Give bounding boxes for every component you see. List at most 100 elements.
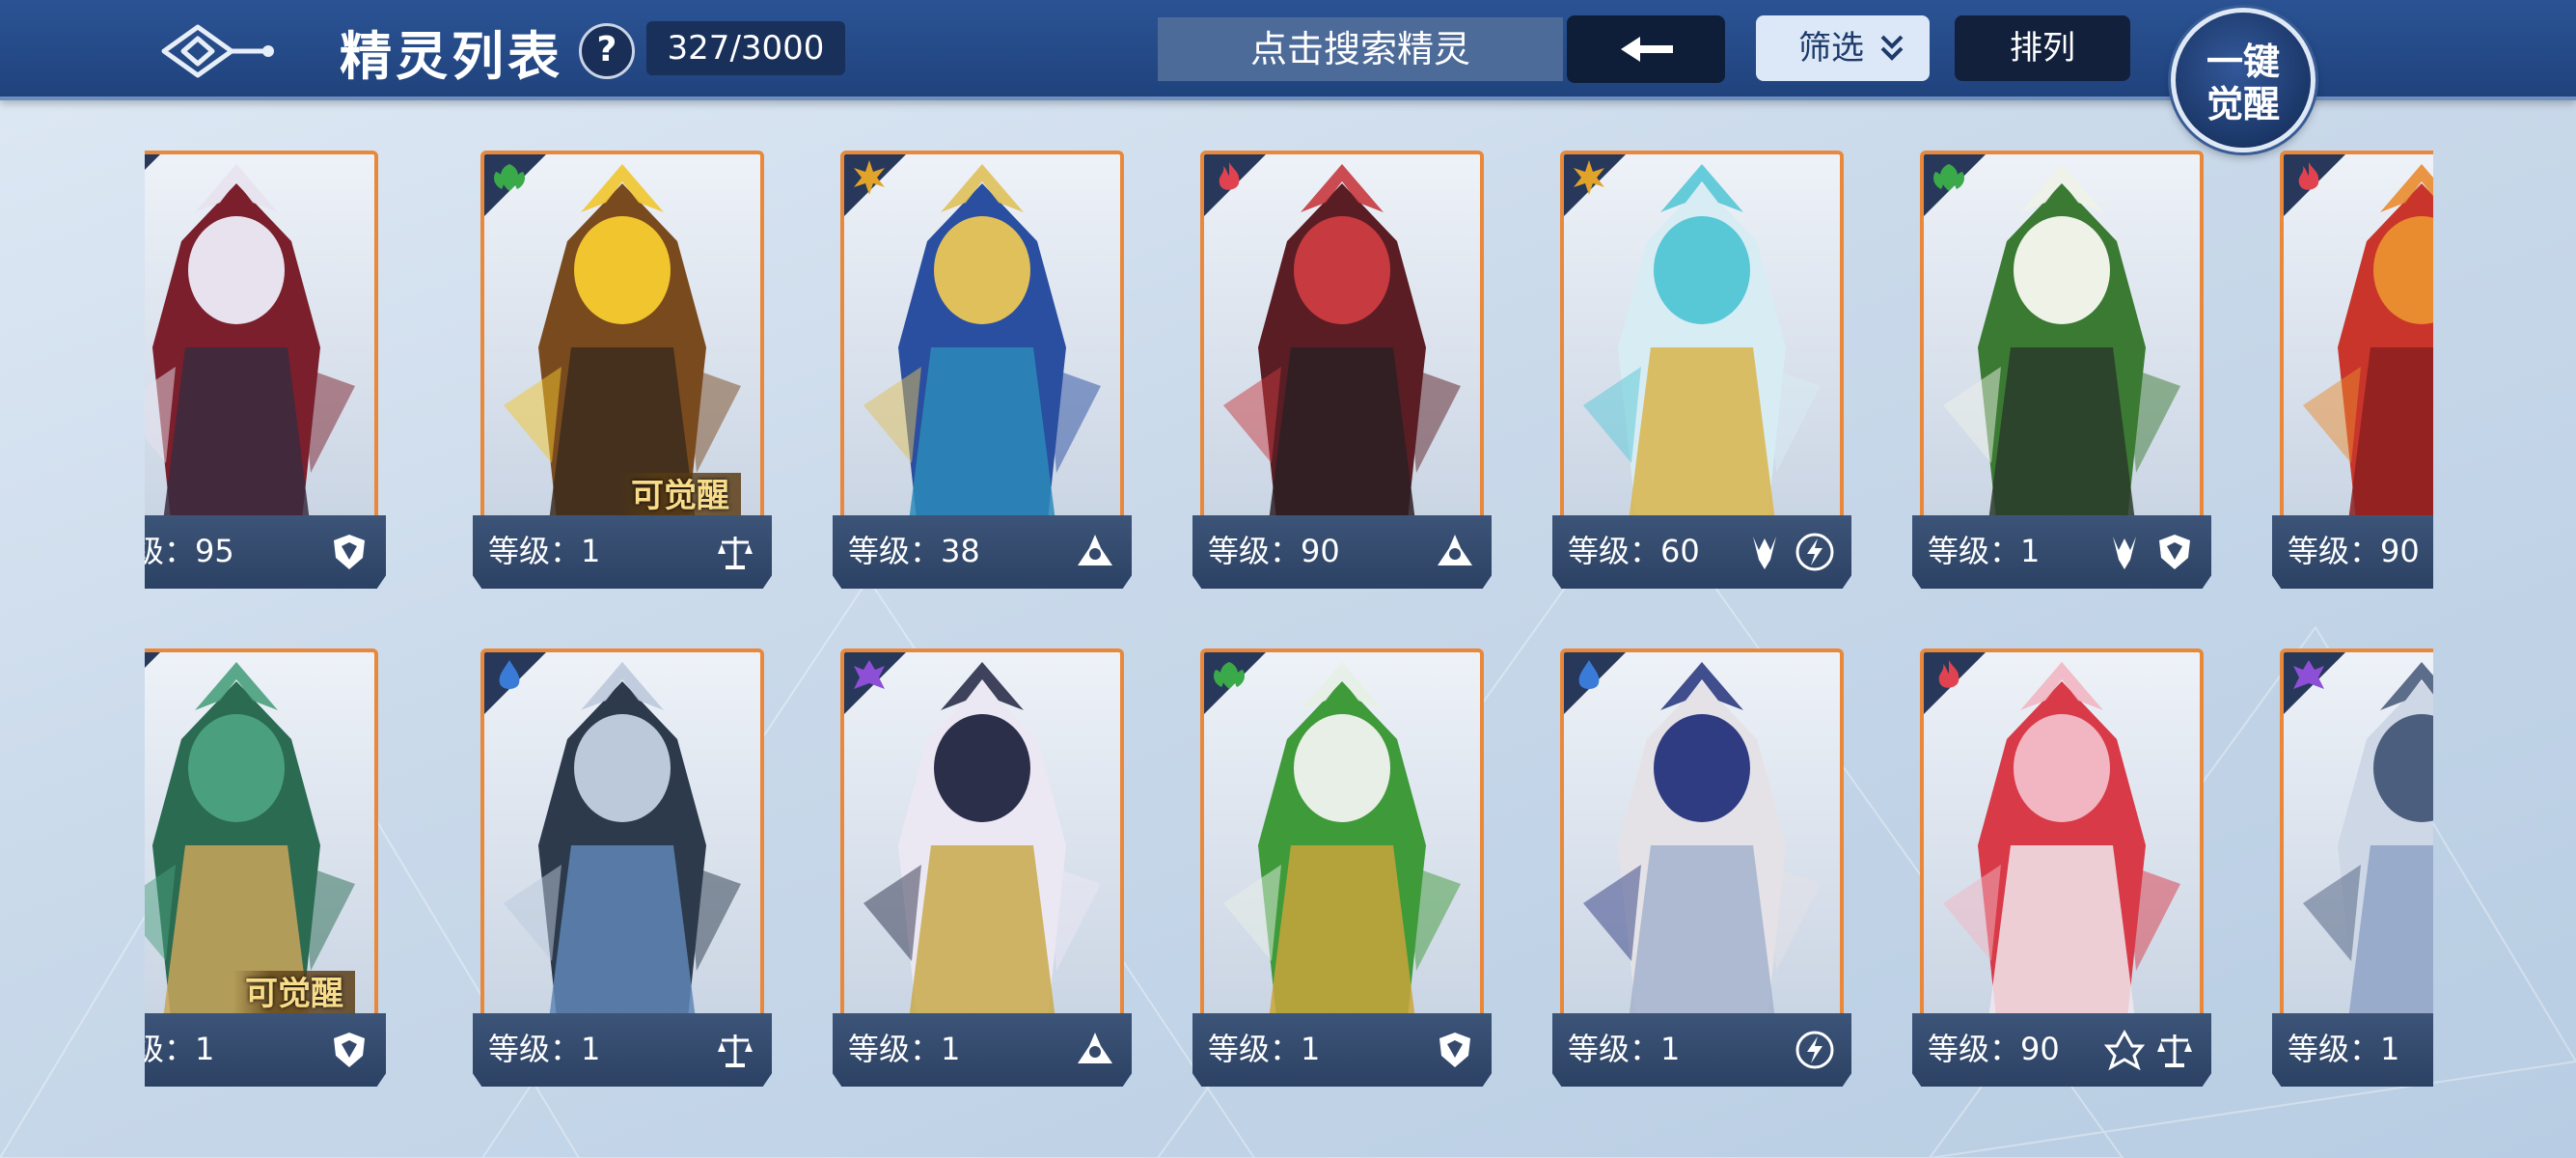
trait-badges [1434,1029,1476,1071]
light-element-icon [1574,160,1604,195]
level-label: 等级：95 [145,533,234,569]
card-frame [1200,151,1484,533]
trait-badges [2103,1029,2196,1071]
dark-element-icon [2293,660,2324,689]
card-frame [2280,648,2433,1031]
card-frame [1560,648,1844,1031]
trait-badges [2103,531,2196,573]
level-label: 等级：1 [1208,1031,1321,1067]
double-chevron-down-icon [1880,35,1904,61]
card-frame [840,648,1124,1031]
card-frame [1560,151,1844,533]
grass-element-icon [494,164,525,191]
spirit-card[interactable]: 可觉醒等级：1 [145,643,386,1096]
trait-badges [1794,1029,1836,1071]
fire-element-icon [2298,162,2319,190]
card-frame [2280,151,2433,533]
awakenable-tag: 可觉醒 [619,473,741,519]
level-label: 等级：1 [2288,1031,2400,1067]
spirit-card[interactable]: 可觉醒等级：1 [473,145,772,598]
scales-icon [718,1034,753,1067]
spirit-card[interactable]: 等级：1 [473,643,772,1096]
element-tab [145,652,160,714]
dark-element-icon [854,660,885,689]
card-frame: 可觉醒 [480,151,764,533]
fire-element-icon [1219,162,1240,190]
level-label: 等级：90 [2288,533,2420,569]
light-element-icon [854,160,885,195]
level-label: 等级：1 [1568,1031,1681,1067]
water-element-icon [499,660,520,689]
grass-element-icon [1214,662,1245,689]
spirit-card[interactable]: 等级：95 [145,145,386,598]
trait-badges [1074,1029,1116,1071]
spirit-card[interactable]: 等级：60 [1552,145,1851,598]
trait-badges [328,1029,370,1071]
shield-icon [1439,1033,1470,1067]
card-frame [1920,648,2204,1031]
wing-icon [1438,535,1472,565]
search-input[interactable]: 点击搜索精灵 [1158,17,1563,81]
trait-badges [1074,531,1116,573]
trait-badges [714,1029,756,1071]
scales-icon [718,537,753,569]
spirit-card[interactable]: 等级：90 [1912,643,2211,1096]
fire-element-icon [1938,660,1959,688]
shield-icon [2159,535,2190,569]
scales-icon [2157,1034,2192,1067]
card-frame [1200,648,1484,1031]
card-frame: 可觉醒 [145,648,378,1031]
awakenable-tag: 可觉醒 [233,971,355,1017]
spirit-card[interactable]: 等级：1 [833,643,1132,1096]
spirit-card[interactable]: 等级：90 [1192,145,1492,598]
spirit-card[interactable]: 等级：38 [833,145,1132,598]
level-label: 等级：1 [488,533,601,569]
level-label: 等级：90 [1928,1031,2060,1067]
trait-badges [328,531,370,573]
left-arrow-icon [1621,37,1673,62]
level-label: 等级：1 [145,1031,215,1067]
claw-icon [2113,537,2136,569]
grass-element-icon [1933,164,1964,191]
help-button[interactable]: ? [579,23,635,79]
card-frame [480,648,764,1031]
element-tab [145,154,160,216]
shield-icon [334,1033,365,1067]
level-label: 等级：60 [1568,533,1700,569]
spirit-count: 327/3000 [646,21,845,75]
spirit-card[interactable]: 等级：1 [1552,643,1851,1096]
spirit-card[interactable]: 等级：90 [2272,145,2433,598]
card-frame [145,151,378,533]
level-label: 等级：90 [1208,533,1340,569]
lightning-icon [1795,1031,1834,1069]
awaken-label-line2: 觉醒 [2206,83,2280,125]
filter-button[interactable]: 筛选 [1756,15,1930,81]
spirit-grid: 等级：95可觉醒等级：1等级：38等级：90等级：60等级：1等级：90可觉醒等… [145,145,2433,1100]
filter-label: 筛选 [1798,29,1864,68]
spirit-card[interactable]: 等级：1 [1192,643,1492,1096]
lightning-icon [1795,533,1834,571]
trait-badges [714,531,756,573]
wing-icon [1078,535,1112,565]
star-icon [2103,1029,2146,1071]
level-label: 等级：1 [488,1031,601,1067]
level-label: 等级：1 [1928,533,2041,569]
level-label: 等级：1 [848,1031,961,1067]
wing-icon [1078,1033,1112,1063]
card-frame [840,151,1124,533]
trait-badges [1743,531,1836,573]
trait-badges [1434,531,1476,573]
sort-button[interactable]: 排列 [1955,15,2130,81]
spirit-portrait [145,154,374,529]
clear-search-button[interactable] [1567,15,1725,83]
claw-icon [1753,537,1776,569]
back-arrow-icon[interactable] [145,17,280,85]
spirit-card[interactable]: 等级：1 [1912,145,2211,598]
page-title: 精灵列表 [340,26,563,87]
shield-icon [334,535,365,569]
level-label: 等级：38 [848,533,980,569]
spirit-card[interactable]: 等级：1 [2272,643,2433,1096]
one-click-awaken-button[interactable]: 一键 觉醒 [2171,8,2316,152]
water-element-icon [1578,660,1600,689]
card-frame [1920,151,2204,533]
